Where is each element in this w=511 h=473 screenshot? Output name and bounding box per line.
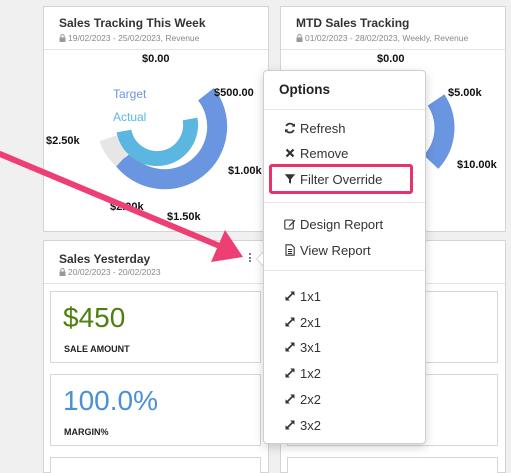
annotation-arrow-icon bbox=[0, 151, 243, 262]
